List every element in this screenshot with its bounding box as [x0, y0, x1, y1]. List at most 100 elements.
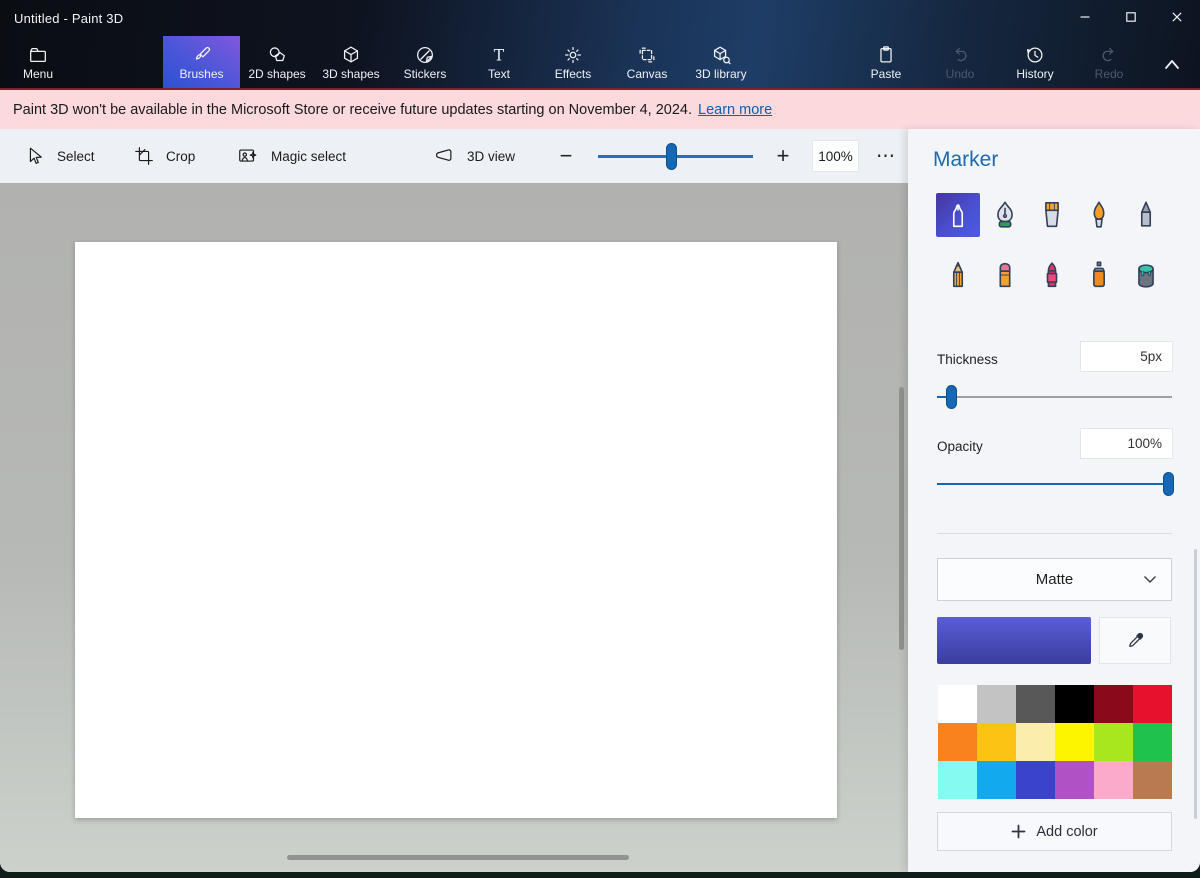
window-title: Untitled - Paint 3D	[14, 11, 124, 26]
horizontal-scrollbar[interactable]	[287, 855, 629, 860]
palette-swatch-11[interactable]	[1133, 723, 1172, 761]
eyedropper-button[interactable]	[1099, 617, 1171, 664]
add-color-label: Add color	[1036, 823, 1098, 840]
3d-library-label: 3D library	[695, 67, 747, 81]
current-color-swatch[interactable]	[937, 617, 1091, 664]
chevron-up-icon	[1165, 60, 1179, 69]
maximize-icon	[1126, 12, 1136, 22]
menu-button[interactable]: Menu	[2, 36, 74, 88]
palette-swatch-8[interactable]	[1016, 723, 1055, 761]
palette-swatch-13[interactable]	[977, 761, 1016, 799]
3d-view-button[interactable]: 3D view	[432, 129, 515, 183]
panel-title: Marker	[933, 148, 999, 171]
palette-swatch-12[interactable]	[938, 761, 977, 799]
zoom-slider-thumb[interactable]	[665, 143, 677, 170]
brush-oil-brush[interactable]	[1030, 193, 1074, 237]
eyedropper-icon	[1129, 632, 1144, 647]
canvas-area	[0, 183, 908, 872]
brush-marker[interactable]	[936, 193, 980, 237]
cursor-icon	[29, 147, 42, 164]
palette-swatch-2[interactable]	[1016, 685, 1055, 723]
palette-swatch-5[interactable]	[1133, 685, 1172, 723]
zoom-slider[interactable]	[598, 129, 753, 183]
thickness-input[interactable]: 5px	[1080, 341, 1173, 372]
thickness-slider-thumb[interactable]	[945, 385, 957, 409]
opacity-slider-thumb[interactable]	[1163, 472, 1174, 496]
tab-brushes[interactable]: Brushes	[163, 36, 240, 88]
zoom-in-button[interactable]: +	[770, 129, 796, 183]
calligraphy-pen-icon	[997, 201, 1013, 228]
brush-pixel-pen[interactable]	[1124, 193, 1168, 237]
brush-panel: Marker Thickness 5px Opacity 100% Matte …	[908, 129, 1200, 872]
notification-bar: Paint 3D won't be available in the Micro…	[0, 88, 1200, 129]
close-icon	[1172, 12, 1182, 22]
brush-watercolor[interactable]	[1077, 193, 1121, 237]
thickness-slider-track[interactable]	[937, 396, 1172, 398]
redo-button[interactable]: Redo	[1064, 36, 1154, 88]
zoom-out-button[interactable]: −	[553, 129, 579, 183]
eraser-icon	[999, 262, 1011, 288]
palette-swatch-7[interactable]	[977, 723, 1016, 761]
watercolor-icon	[1093, 201, 1105, 228]
menu-label: Menu	[22, 67, 54, 81]
pencil-icon	[952, 261, 964, 288]
vertical-scrollbar[interactable]	[899, 387, 904, 650]
color-palette	[938, 685, 1172, 799]
palette-swatch-15[interactable]	[1055, 761, 1094, 799]
cube-search-icon	[676, 42, 766, 68]
drawing-canvas[interactable]	[75, 242, 837, 818]
3d-view-icon	[436, 149, 452, 161]
learn-more-link[interactable]: Learn more	[698, 102, 772, 118]
select-label: Select	[57, 148, 95, 164]
crop-icon	[135, 147, 153, 165]
brush-icon	[163, 42, 240, 68]
crayon-icon	[1046, 262, 1058, 288]
palette-swatch-9[interactable]	[1055, 723, 1094, 761]
thickness-slider[interactable]	[937, 383, 1172, 411]
brush-fill[interactable]	[1124, 253, 1168, 297]
pixel-pen-icon	[1140, 201, 1152, 227]
palette-swatch-14[interactable]	[1016, 761, 1055, 799]
redo-icon	[1064, 42, 1154, 68]
thickness-label: Thickness	[937, 352, 998, 367]
3d-view-label: 3D view	[467, 148, 516, 164]
opacity-input[interactable]: 100%	[1080, 428, 1173, 459]
add-color-button[interactable]: Add color	[937, 812, 1172, 851]
palette-swatch-4[interactable]	[1094, 685, 1133, 723]
crop-label: Crop	[166, 148, 196, 164]
brushes-label: Brushes	[179, 67, 224, 81]
collapse-ribbon-button[interactable]	[1150, 48, 1194, 80]
opacity-slider[interactable]	[937, 470, 1174, 498]
brush-calligraphy-pen[interactable]	[983, 193, 1027, 237]
brush-spray-can[interactable]	[1077, 253, 1121, 297]
zoom-value-input[interactable]: 100%	[812, 140, 859, 172]
select-tool[interactable]: Select	[24, 129, 95, 183]
palette-swatch-1[interactable]	[977, 685, 1016, 723]
palette-swatch-0[interactable]	[938, 685, 977, 723]
brush-pencil[interactable]	[936, 253, 980, 297]
magic-select-icon	[239, 149, 257, 162]
brush-crayon[interactable]	[1030, 253, 1074, 297]
palette-swatch-17[interactable]	[1133, 761, 1172, 799]
brush-grid	[936, 193, 1171, 297]
spray-can-icon	[1093, 261, 1105, 288]
oil-brush-icon	[1045, 201, 1059, 228]
edit-toolbar: Select Crop Magic select 3D view − + 100…	[0, 129, 908, 183]
maximize-button[interactable]	[1108, 0, 1154, 34]
finish-dropdown[interactable]: Matte	[937, 558, 1172, 601]
palette-swatch-10[interactable]	[1094, 723, 1133, 761]
close-button[interactable]	[1154, 0, 1200, 34]
minimize-button[interactable]	[1062, 0, 1108, 34]
more-options-button[interactable]: ⋯	[868, 129, 904, 183]
palette-swatch-6[interactable]	[938, 723, 977, 761]
redo-label: Redo	[1094, 67, 1124, 81]
palette-swatch-16[interactable]	[1094, 761, 1133, 799]
magic-select-tool[interactable]: Magic select	[236, 129, 346, 183]
crop-tool[interactable]: Crop	[133, 129, 195, 183]
topbar: Untitled - Paint 3D Menu Brushes 2D shap…	[0, 0, 1200, 88]
brush-eraser[interactable]	[983, 253, 1027, 297]
panel-scrollbar[interactable]	[1194, 549, 1197, 819]
palette-swatch-3[interactable]	[1055, 685, 1094, 723]
notification-text: Paint 3D won't be available in the Micro…	[13, 101, 693, 118]
tab-3d-library[interactable]: 3D library	[676, 36, 766, 88]
